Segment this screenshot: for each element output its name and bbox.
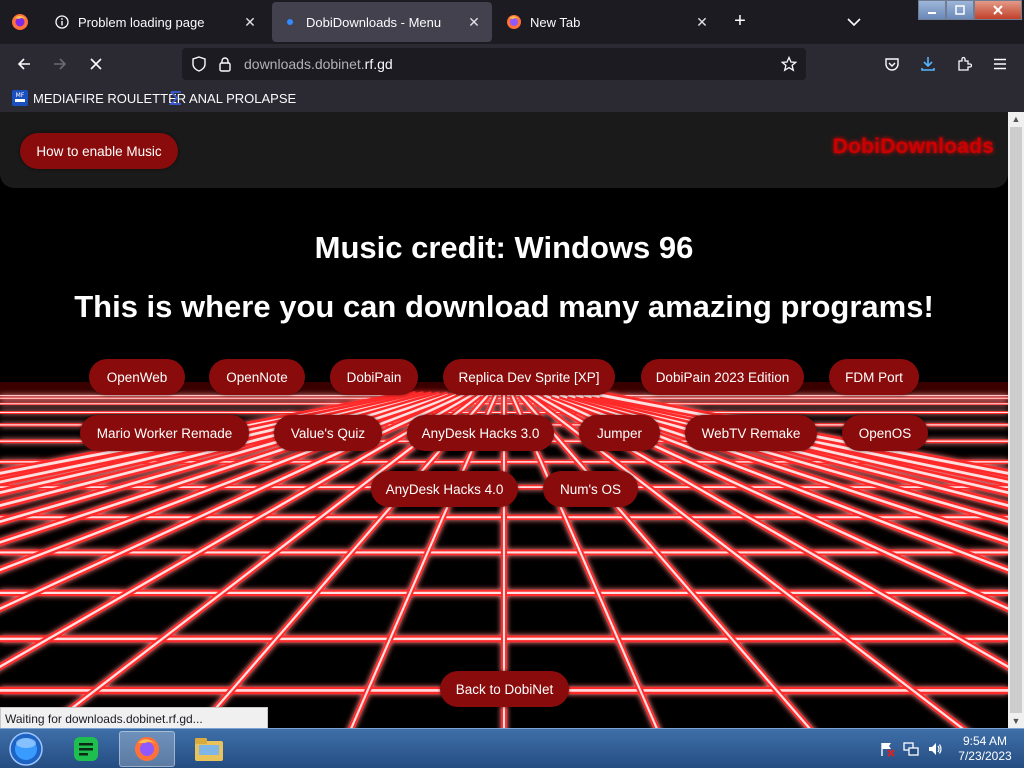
forward-arrow-icon[interactable] bbox=[48, 52, 72, 76]
program-button-anydesk-hacks-3[interactable]: AnyDesk Hacks 3.0 bbox=[407, 415, 554, 451]
web-page: How to enable Music DobiDownloads Music … bbox=[0, 112, 1008, 728]
page-header: How to enable Music DobiDownloads bbox=[0, 112, 1008, 188]
bookmark-label: MEDIAFIRE ROULETTER bbox=[33, 90, 187, 106]
tab-new-tab[interactable]: New Tab ✕ bbox=[496, 2, 720, 42]
close-tab-icon[interactable]: ✕ bbox=[466, 14, 482, 31]
info-icon bbox=[54, 14, 70, 30]
program-button-anydesk-hacks-4[interactable]: AnyDesk Hacks 4.0 bbox=[371, 471, 518, 507]
program-button-dobipain-2023[interactable]: DobiPain 2023 Edition bbox=[641, 359, 804, 395]
taskbar: 9:54 AM 7/23/2023 bbox=[0, 728, 1024, 768]
firefox-taskbar-icon[interactable] bbox=[119, 731, 175, 767]
svg-text:MF: MF bbox=[16, 92, 25, 99]
clock-time: 9:54 AM bbox=[962, 734, 1008, 748]
volume-icon[interactable] bbox=[926, 740, 944, 758]
firefox-menu-icon[interactable] bbox=[0, 0, 40, 44]
notes-app-icon[interactable] bbox=[58, 731, 114, 767]
sigma-icon bbox=[168, 90, 184, 106]
window-controls bbox=[918, 0, 1024, 20]
system-clock[interactable]: 9:54 AM 7/23/2023 bbox=[950, 734, 1020, 764]
status-bar: Waiting for downloads.dobinet.rf.gd... bbox=[0, 707, 268, 729]
program-button-webtv-remake[interactable]: WebTV Remake bbox=[685, 415, 817, 451]
new-tab-button[interactable]: + bbox=[728, 10, 752, 34]
network-icon[interactable] bbox=[902, 740, 920, 758]
close-window-icon[interactable] bbox=[974, 0, 1022, 20]
minimize-icon[interactable] bbox=[918, 0, 946, 20]
loading-dot-icon bbox=[282, 14, 298, 30]
program-button-jumper[interactable]: Jumper bbox=[579, 415, 660, 451]
chevron-down-icon[interactable] bbox=[842, 10, 866, 34]
program-button-opennote[interactable]: OpenNote bbox=[209, 359, 305, 395]
mediafire-icon: MF bbox=[12, 90, 28, 106]
program-button-openweb[interactable]: OpenWeb bbox=[89, 359, 185, 395]
url-text[interactable]: downloads.dobinet.rf.gd bbox=[244, 56, 393, 72]
scroll-up-arrow-icon[interactable]: ▲ bbox=[1008, 112, 1024, 126]
clock-date: 7/23/2023 bbox=[958, 749, 1012, 763]
program-button-openos[interactable]: OpenOS bbox=[842, 415, 928, 451]
program-button-fdm-port[interactable]: FDM Port bbox=[829, 359, 919, 395]
site-logo[interactable]: DobiDownloads bbox=[833, 135, 994, 159]
hamburger-menu-icon[interactable] bbox=[988, 52, 1012, 76]
back-arrow-icon[interactable] bbox=[12, 52, 36, 76]
scroll-thumb[interactable] bbox=[1010, 127, 1022, 713]
program-button-mario-worker-remade[interactable]: Mario Worker Remade bbox=[80, 415, 249, 451]
action-center-flag-icon[interactable] bbox=[878, 740, 896, 758]
bookmark-label: ANAL PROLAPSE bbox=[189, 90, 297, 106]
shield-icon[interactable] bbox=[190, 55, 208, 73]
url-host: downloads.dobinet. bbox=[244, 56, 365, 72]
bookmark-anal-prolapse[interactable]: ANAL PROLAPSE bbox=[168, 89, 296, 107]
bookmark-mediafire-rouletter[interactable]: MF MEDIAFIRE ROULETTER bbox=[12, 89, 186, 107]
tab-title: Problem loading page bbox=[78, 14, 205, 30]
tagline-heading: This is where you can download many amaz… bbox=[74, 289, 934, 324]
downloads-icon[interactable] bbox=[916, 52, 940, 76]
program-button-dobipain[interactable]: DobiPain bbox=[330, 359, 418, 395]
program-button-nums-os[interactable]: Num's OS bbox=[543, 471, 638, 507]
close-tab-icon[interactable]: ✕ bbox=[242, 14, 258, 31]
url-domain: rf.gd bbox=[364, 56, 393, 72]
tab-title: New Tab bbox=[530, 14, 581, 30]
tab-dobidownloads[interactable]: DobiDownloads - Menu ✕ bbox=[272, 2, 492, 42]
lock-icon[interactable] bbox=[216, 55, 234, 73]
back-to-dobinet-button[interactable]: Back to DobiNet bbox=[440, 671, 569, 707]
maximize-icon[interactable] bbox=[946, 0, 974, 20]
tab-title: DobiDownloads - Menu bbox=[306, 14, 442, 30]
start-orb-icon[interactable] bbox=[6, 731, 46, 767]
firefox-icon bbox=[506, 14, 522, 30]
music-credit-heading: Music credit: Windows 96 bbox=[314, 230, 694, 265]
stop-loading-icon[interactable] bbox=[84, 52, 108, 76]
program-button-values-quiz[interactable]: Value's Quiz bbox=[274, 415, 382, 451]
bookmark-star-icon[interactable] bbox=[780, 55, 798, 73]
pocket-icon[interactable] bbox=[880, 52, 904, 76]
file-explorer-icon[interactable] bbox=[181, 731, 237, 767]
scroll-down-arrow-icon[interactable]: ▼ bbox=[1008, 714, 1024, 728]
close-tab-icon[interactable]: ✕ bbox=[694, 14, 710, 31]
program-button-replica-dev-sprite[interactable]: Replica Dev Sprite [XP] bbox=[443, 359, 615, 395]
address-bar[interactable]: downloads.dobinet.rf.gd bbox=[182, 48, 806, 80]
enable-music-button[interactable]: How to enable Music bbox=[20, 133, 178, 169]
system-tray bbox=[878, 729, 944, 768]
page-scrollbar[interactable]: ▲ ▼ bbox=[1008, 112, 1024, 728]
tab-problem-loading[interactable]: Problem loading page ✕ bbox=[44, 2, 268, 42]
navigation-toolbar: downloads.dobinet.rf.gd bbox=[0, 44, 1024, 84]
extensions-icon[interactable] bbox=[952, 52, 976, 76]
tab-bar: Problem loading page ✕ DobiDownloads - M… bbox=[0, 0, 1024, 44]
bookmarks-toolbar: MF MEDIAFIRE ROULETTER ANAL PROLAPSE bbox=[0, 84, 1024, 112]
